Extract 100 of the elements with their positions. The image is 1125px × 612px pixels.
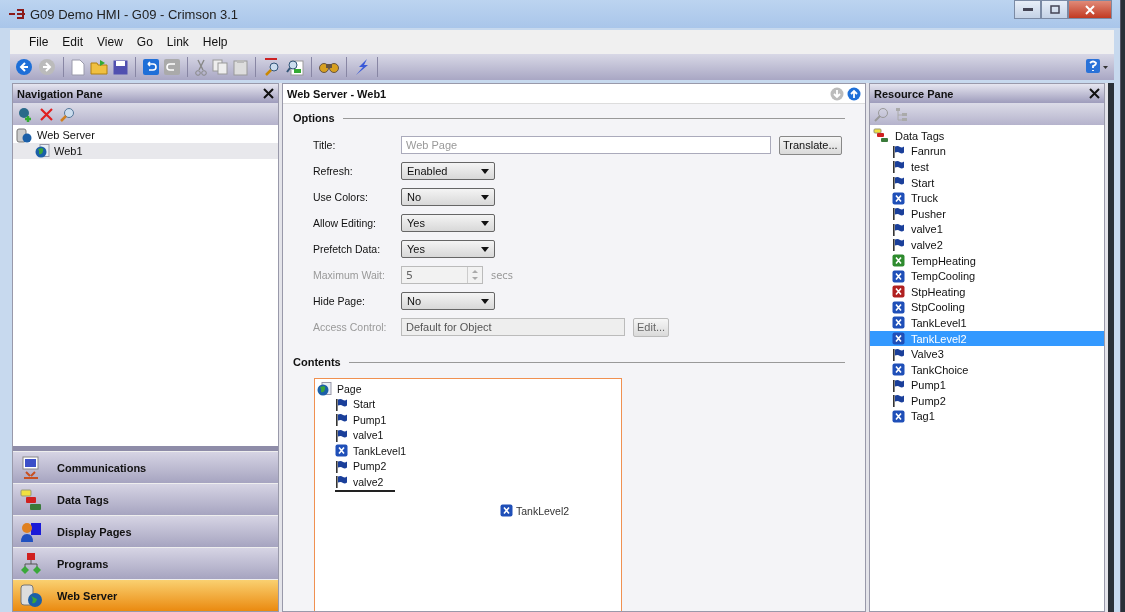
tree-item[interactable]: valve2	[315, 474, 621, 490]
tree-item[interactable]: Truck	[870, 190, 1104, 206]
tree-item[interactable]: StpHeating	[870, 283, 1104, 300]
page-globe-icon	[35, 144, 50, 158]
tree-item[interactable]: TankLevel1	[315, 443, 621, 459]
new-file-icon[interactable]	[71, 58, 85, 76]
undo-icon[interactable]	[143, 59, 159, 75]
delete-icon[interactable]	[39, 106, 54, 122]
dropdown[interactable]: Yes	[401, 240, 495, 258]
maximize-button[interactable]	[1041, 0, 1068, 19]
tree-item[interactable]: valve1	[315, 427, 621, 443]
tree-item[interactable]: Pump2	[315, 458, 621, 474]
help-icon[interactable]	[1085, 58, 1109, 76]
navigation-section[interactable]: Web Server	[13, 579, 278, 611]
redo-icon[interactable]	[164, 59, 180, 75]
app-logo-icon	[8, 8, 26, 20]
minimize-icon	[1022, 7, 1033, 12]
lightning-icon[interactable]	[354, 58, 370, 76]
dropdown[interactable]: Enabled	[401, 162, 495, 180]
navigation-section[interactable]: Display Pages	[13, 515, 278, 547]
tree-item[interactable]: StpCooling	[870, 299, 1104, 316]
caret-down-icon	[481, 246, 489, 252]
field-label: Maximum Wait:	[313, 269, 386, 281]
binoculars-icon[interactable]	[319, 60, 339, 74]
tree-item[interactable]: Fanrun	[870, 143, 1104, 160]
close-icon[interactable]	[263, 88, 274, 99]
tree-item[interactable]: TempHeating	[870, 252, 1104, 269]
menu-item[interactable]: File	[29, 35, 49, 49]
server-globe-icon	[16, 127, 33, 143]
tags-icon	[873, 128, 889, 144]
tags-icon	[19, 488, 43, 511]
window-title: G09 Demo HMI - G09 - Crimson 3.1	[30, 6, 239, 22]
tree-item[interactable]: Start	[870, 174, 1104, 191]
title-field[interactable]: Web Page	[401, 136, 771, 154]
dragged-item: TankLevel2	[500, 504, 570, 517]
server-globe-icon	[19, 583, 43, 608]
navigation-section[interactable]: Data Tags	[13, 483, 278, 515]
navigation-section[interactable]: Programs	[13, 547, 278, 579]
field-label: Title:	[313, 139, 337, 151]
dropdown[interactable]: Yes	[401, 214, 495, 232]
caret-down-icon	[481, 298, 489, 304]
menu-item[interactable]: Go	[136, 35, 153, 49]
tree-item[interactable]: valve1	[870, 221, 1104, 238]
back-icon[interactable]	[15, 58, 33, 76]
up-arrow-icon[interactable]	[847, 86, 861, 101]
person-screen-icon	[19, 520, 43, 543]
tree-item[interactable]: TankChoice	[870, 361, 1104, 378]
tree-item[interactable]: Pump1	[315, 412, 621, 428]
maximize-icon	[1049, 5, 1060, 14]
tree-item[interactable]: Pump2	[870, 393, 1104, 409]
pane-title: Web Server - Web1	[287, 87, 387, 100]
close-button[interactable]	[1068, 0, 1112, 19]
section-heading: Options	[293, 112, 335, 124]
tree-item[interactable]: Page	[315, 381, 621, 397]
caret-down-icon	[481, 194, 489, 200]
tree-item[interactable]: test	[870, 159, 1104, 175]
pane-title: Navigation Pane	[17, 87, 103, 100]
field-label: Access Control:	[313, 321, 388, 333]
unit-label: secs	[491, 269, 514, 281]
field-label: Allow Editing:	[313, 217, 378, 229]
pane-title: Resource Pane	[874, 87, 954, 100]
tree-item[interactable]: Data Tags	[870, 128, 1104, 144]
dropdown[interactable]: No	[401, 292, 495, 310]
caret-down-icon	[481, 220, 489, 226]
save-icon[interactable]	[113, 59, 128, 75]
tree-item[interactable]: Web Server	[13, 127, 278, 143]
search-icon[interactable]	[286, 58, 304, 76]
cut-icon[interactable]	[195, 58, 207, 76]
tree-item[interactable]: Tag1	[870, 408, 1104, 425]
navigation-section[interactable]: Communications	[13, 451, 278, 483]
tree-item[interactable]: Pump1	[870, 377, 1104, 394]
tree-item[interactable]: Web1	[13, 143, 278, 159]
close-icon	[1085, 4, 1095, 15]
caret-down-icon	[481, 168, 489, 174]
forward-icon[interactable]	[38, 58, 56, 76]
minimize-button[interactable]	[1014, 0, 1041, 19]
tree-item[interactable]: Start	[315, 396, 621, 412]
field-label: Hide Page:	[313, 295, 366, 307]
tree-item[interactable]: valve2	[870, 237, 1104, 253]
page-globe-icon	[317, 381, 332, 396]
field-label: Refresh:	[313, 165, 354, 177]
dropdown[interactable]: No	[401, 188, 495, 206]
tree-item[interactable]: TempCooling	[870, 268, 1104, 284]
section-heading: Contents	[293, 356, 341, 368]
close-icon[interactable]	[1089, 88, 1100, 99]
tree-item[interactable]: Valve3	[870, 346, 1104, 362]
field-label: Prefetch Data:	[313, 243, 382, 255]
drop-indicator	[335, 489, 395, 492]
tree-item[interactable]: TankLevel1	[870, 315, 1104, 331]
add-item-icon[interactable]	[17, 106, 33, 122]
find-all-icon[interactable]	[263, 58, 281, 76]
menu-item[interactable]: View	[97, 35, 123, 49]
menu-item[interactable]: Help	[202, 35, 228, 49]
flowchart-icon	[19, 551, 43, 576]
tree-item[interactable]: Pusher	[870, 205, 1104, 222]
action-button[interactable]: Translate...	[779, 135, 842, 155]
menu-item[interactable]: Edit	[62, 35, 84, 49]
menu-item[interactable]: Link	[166, 35, 189, 49]
open-folder-icon[interactable]	[90, 59, 108, 75]
copy-icon[interactable]	[212, 59, 228, 75]
